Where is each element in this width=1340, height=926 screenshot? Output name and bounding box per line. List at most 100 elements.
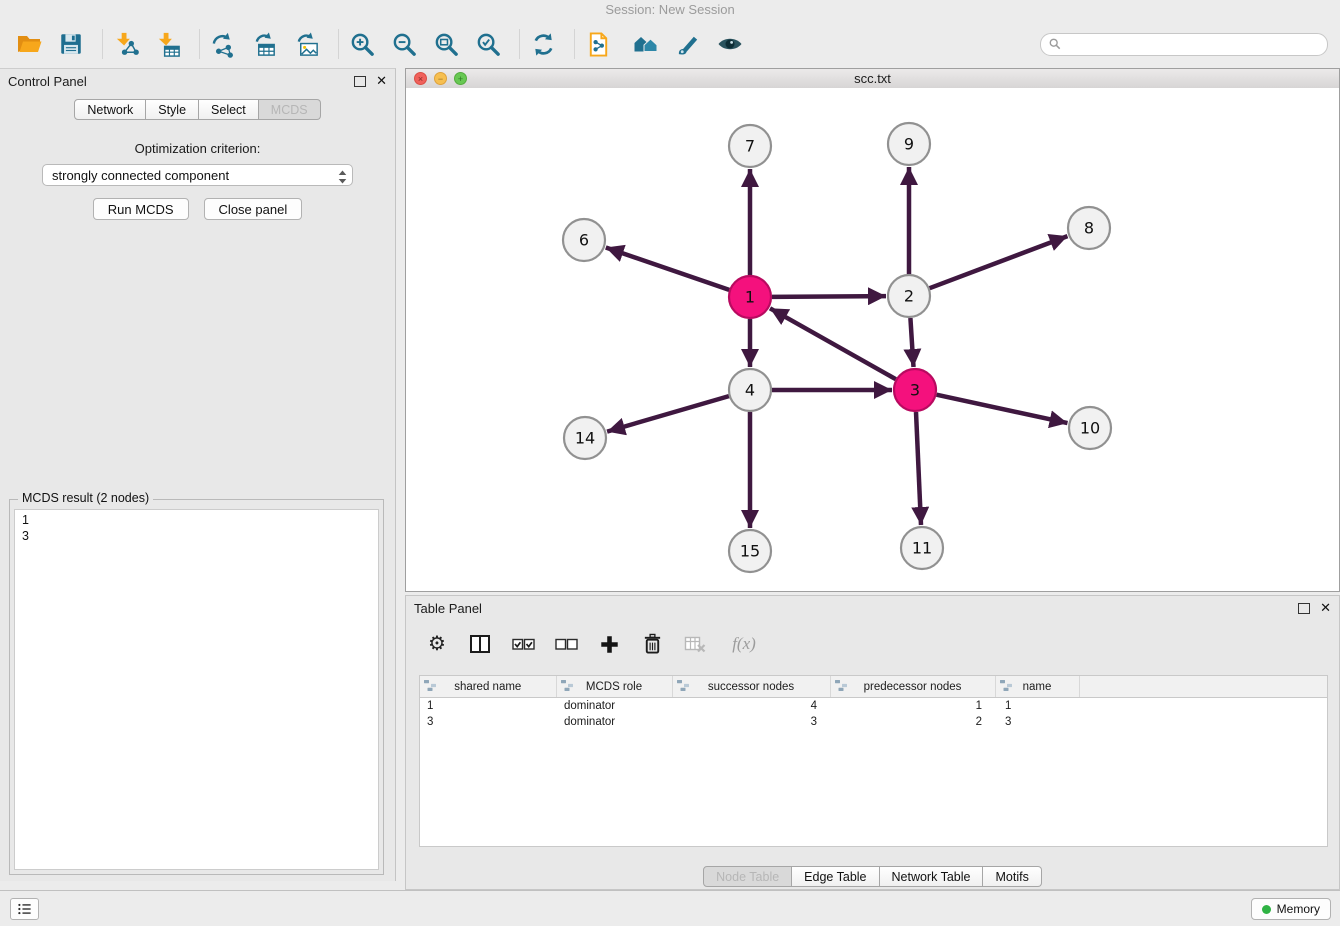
search-field[interactable] xyxy=(1040,33,1328,56)
graph-edge-1-2[interactable] xyxy=(772,296,886,297)
select-all-button[interactable] xyxy=(510,631,536,657)
graph-node-label-6: 6 xyxy=(579,231,589,250)
column-label: successor nodes xyxy=(708,681,794,693)
network-graph[interactable]: 7968124314101511 xyxy=(406,88,1339,590)
clone-network-button[interactable] xyxy=(581,25,615,63)
network-window-title: scc.txt xyxy=(854,71,891,86)
float-panel-icon[interactable] xyxy=(354,76,366,87)
table-cell: 1 xyxy=(995,698,1079,715)
main-toolbar xyxy=(0,20,1340,68)
network-canvas[interactable]: 7968124314101511 xyxy=(406,88,1339,591)
panel-list-button[interactable] xyxy=(10,898,39,920)
toolbar-separator xyxy=(102,29,103,59)
tab-network-table[interactable]: Network Table xyxy=(880,866,984,887)
dropdown-stepper-icon xyxy=(338,169,347,186)
zoom-out-button[interactable] xyxy=(387,25,421,63)
close-window-icon[interactable]: × xyxy=(414,72,427,85)
graph-edge-3-10[interactable] xyxy=(937,395,1068,423)
zoom-window-icon[interactable]: + xyxy=(454,72,467,85)
list-icon xyxy=(17,900,32,918)
column-type-icon xyxy=(835,680,847,694)
deselect-all-button[interactable] xyxy=(553,631,579,657)
run-mcds-button[interactable]: Run MCDS xyxy=(93,198,189,220)
vertical-splitter[interactable] xyxy=(396,68,405,881)
tab-style[interactable]: Style xyxy=(146,99,199,120)
tab-mcds[interactable]: MCDS xyxy=(259,99,321,120)
table-panel-title: Table Panel xyxy=(414,601,482,616)
load-network-table-button[interactable] xyxy=(248,25,282,63)
tab-select[interactable]: Select xyxy=(199,99,259,120)
column-header-name[interactable]: name xyxy=(995,676,1079,698)
export-image-button[interactable] xyxy=(290,25,324,63)
zoom-selected-button[interactable] xyxy=(471,25,505,63)
add-row-button[interactable] xyxy=(596,631,622,657)
column-header-MCDS-role[interactable]: MCDS role xyxy=(556,676,672,698)
home-icon xyxy=(632,30,660,58)
column-header-shared-name[interactable]: shared name xyxy=(420,676,556,698)
load-network-button[interactable] xyxy=(206,25,240,63)
table-cell: 3 xyxy=(420,714,556,730)
column-header-successor-nodes[interactable]: successor nodes xyxy=(672,676,830,698)
float-table-panel-icon[interactable] xyxy=(1298,603,1310,614)
app-window: Session: New Session xyxy=(0,0,1340,926)
show-columns-button[interactable] xyxy=(467,631,493,657)
memory-label: Memory xyxy=(1277,902,1320,916)
graph-node-label-9: 9 xyxy=(904,135,914,154)
plus-icon xyxy=(599,634,620,655)
node-table-body: 1dominator4113dominator323 xyxy=(420,698,1327,731)
tab-motifs[interactable]: Motifs xyxy=(983,866,1041,887)
graph-node-label-10: 10 xyxy=(1080,419,1100,438)
search-input[interactable] xyxy=(1066,36,1319,52)
refresh-view-button[interactable] xyxy=(526,25,560,63)
tab-node-table[interactable]: Node Table xyxy=(703,866,792,887)
graph-edge-2-3[interactable] xyxy=(910,318,913,367)
zoom-in-button[interactable] xyxy=(345,25,379,63)
import-table-button[interactable] xyxy=(151,25,185,63)
node-table-container: shared name MCDS role successor nodes prede… xyxy=(419,675,1328,847)
save-floppy-icon xyxy=(58,31,84,57)
load-network-icon xyxy=(210,31,237,58)
import-network-button[interactable] xyxy=(109,25,143,63)
show-graphics-details-button[interactable] xyxy=(713,25,747,63)
zoom-fit-button[interactable] xyxy=(429,25,463,63)
delete-table-button[interactable] xyxy=(682,631,708,657)
tab-edge-table[interactable]: Edge Table xyxy=(792,866,879,887)
graph-edge-4-14[interactable] xyxy=(607,396,729,432)
column-header-predecessor-nodes[interactable]: predecessor nodes xyxy=(830,676,995,698)
table-cell: 1 xyxy=(420,698,556,715)
control-panel: Control Panel ✕ NetworkStyleSelectMCDS O… xyxy=(0,68,396,881)
close-panel-button[interactable]: Close panel xyxy=(204,198,303,220)
memory-button[interactable]: Memory xyxy=(1251,898,1331,920)
graph-edge-3-11[interactable] xyxy=(916,412,921,525)
table-row[interactable]: 3dominator323 xyxy=(420,714,1327,730)
column-label: shared name xyxy=(454,681,521,693)
table-row[interactable]: 1dominator411 xyxy=(420,698,1327,715)
graph-node-label-7: 7 xyxy=(745,137,755,156)
refresh-icon xyxy=(530,31,557,58)
open-folder-icon xyxy=(15,30,43,58)
graph-edge-2-8[interactable] xyxy=(930,236,1068,288)
open-session-button[interactable] xyxy=(12,25,46,63)
save-session-button[interactable] xyxy=(54,25,88,63)
graph-edge-3-1[interactable] xyxy=(770,308,896,379)
criterion-dropdown[interactable]: strongly connected component xyxy=(42,164,353,186)
node-table-header-row: shared name MCDS role successor nodes prede… xyxy=(420,676,1327,698)
apply-style-button[interactable] xyxy=(671,25,705,63)
zoom-group xyxy=(345,25,505,63)
close-panel-icon[interactable]: ✕ xyxy=(376,76,387,86)
tab-network[interactable]: Network xyxy=(74,99,146,120)
import-table-icon xyxy=(155,31,182,58)
traffic-lights: × − + xyxy=(414,72,467,85)
apply-function-button[interactable]: f(x) xyxy=(725,631,763,657)
column-type-icon xyxy=(561,680,573,694)
delete-row-button[interactable] xyxy=(639,631,665,657)
minimize-window-icon[interactable]: − xyxy=(434,72,447,85)
close-table-panel-icon[interactable]: ✕ xyxy=(1320,603,1331,613)
table-settings-button[interactable]: ⚙ xyxy=(424,631,450,657)
mcds-result-text[interactable]: 1 3 xyxy=(14,509,379,870)
home-view-button[interactable] xyxy=(629,25,663,63)
import-network-icon xyxy=(113,31,140,58)
graph-edge-1-6[interactable] xyxy=(606,248,729,290)
search-icon xyxy=(1049,38,1061,50)
node-table: shared name MCDS role successor nodes prede… xyxy=(420,676,1327,730)
